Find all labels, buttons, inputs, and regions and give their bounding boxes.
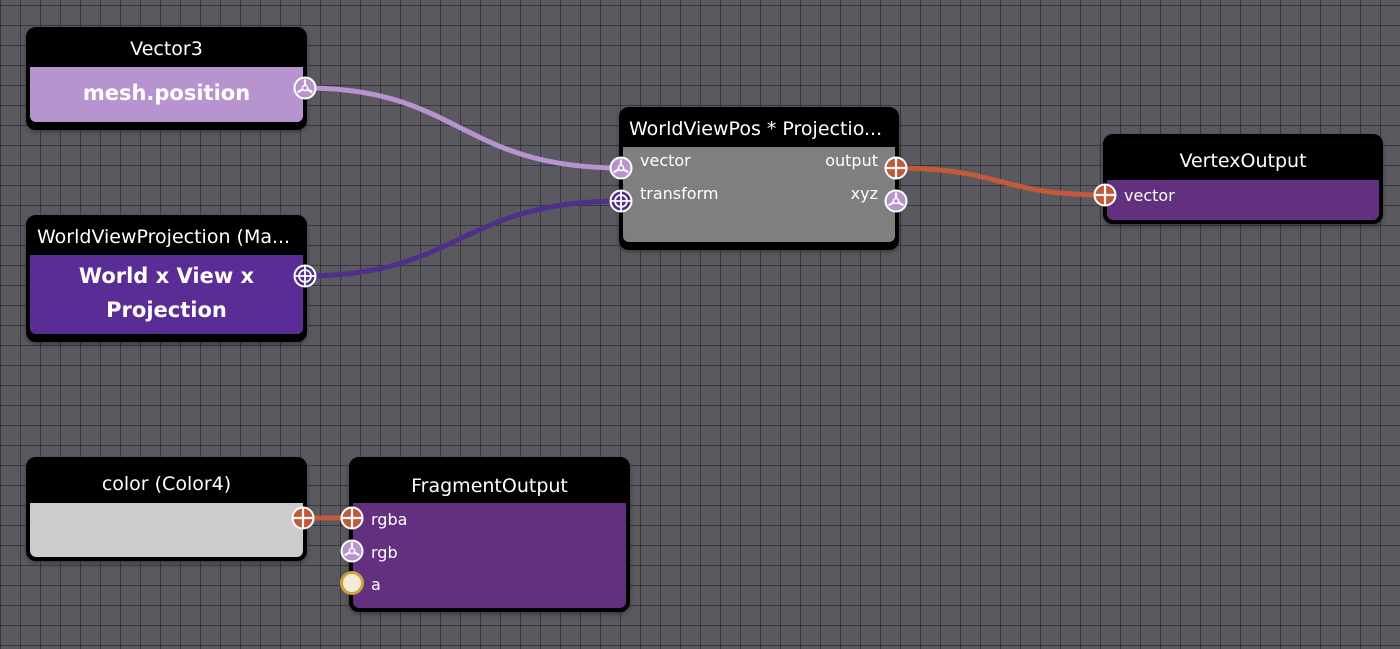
transform-node-title: WorldViewPos * Projectio...	[629, 118, 883, 140]
wvp-node[interactable]: WorldViewProjection (Ma... World x View …	[26, 215, 307, 342]
transform-transform-port[interactable]	[609, 189, 633, 213]
wvp-node-body: World x View x Projection	[30, 255, 303, 334]
link-output-to-vertex-vector[interactable]	[895, 165, 1106, 198]
wvp-value-line1: World x View x	[78, 264, 255, 288]
transform-vector-label: vector	[640, 151, 691, 170]
matrix-port-icon	[293, 264, 317, 288]
vector3-port-icon	[293, 76, 317, 100]
vector3-node-title: Vector3	[130, 38, 203, 60]
fragment-output-node-title: FragmentOutput	[411, 475, 568, 497]
color4-port-icon	[291, 506, 315, 530]
vector3-port-icon	[884, 189, 908, 213]
transform-output-port[interactable]	[884, 156, 908, 180]
vector3-port-icon	[609, 156, 633, 180]
vertex-output-node[interactable]: VertexOutput vector	[1103, 134, 1383, 224]
float-port-icon	[340, 571, 364, 595]
link-position-to-vector[interactable]	[304, 85, 622, 171]
transform-transform-label: transform	[640, 184, 719, 203]
fragment-output-node[interactable]: FragmentOutput rgba rgb a	[349, 457, 630, 612]
vertex-output-vector-port[interactable]	[1093, 183, 1117, 207]
color-output-port[interactable]	[291, 506, 315, 530]
fragment-rgba-port[interactable]	[340, 506, 364, 530]
transform-xyz-port[interactable]	[884, 189, 908, 213]
wvp-output-port[interactable]	[293, 264, 317, 288]
matrix-port-icon	[609, 189, 633, 213]
color-swatch[interactable]	[30, 503, 303, 557]
transform-node-body: vector transform output xyz	[623, 147, 895, 242]
vector3-node-body: mesh.position	[30, 67, 303, 122]
color4-port-icon	[340, 506, 364, 530]
wvp-node-title: WorldViewProjection (Ma...	[37, 226, 291, 248]
fragment-rgb-port[interactable]	[340, 539, 364, 563]
vertex-output-vector-label: vector	[1124, 186, 1175, 205]
vector3-port-icon	[340, 539, 364, 563]
vertex-output-node-body: vector	[1107, 180, 1379, 220]
vector3-output-port[interactable]	[293, 76, 317, 100]
vertex-output-node-title: VertexOutput	[1179, 150, 1307, 172]
wvp-value-line2: Projection	[106, 298, 227, 322]
transform-output-label: output	[825, 151, 878, 170]
fragment-a-port[interactable]	[340, 571, 364, 595]
color4-port-icon	[884, 156, 908, 180]
transform-xyz-label: xyz	[850, 184, 878, 203]
vector3-node[interactable]: Vector3 mesh.position	[26, 27, 307, 130]
fragment-rgb-label: rgb	[371, 543, 398, 562]
transform-node[interactable]: WorldViewPos * Projectio... vector trans…	[619, 107, 899, 250]
transform-vector-port[interactable]	[609, 156, 633, 180]
link-wvp-to-transform[interactable]	[304, 198, 622, 279]
color-node[interactable]: color (Color4)	[26, 457, 307, 561]
fragment-output-node-body: rgba rgb a	[353, 503, 626, 608]
color-node-title: color (Color4)	[101, 473, 232, 495]
fragment-rgba-label: rgba	[371, 510, 408, 529]
color4-port-icon	[1093, 183, 1117, 207]
vector3-value: mesh.position	[82, 81, 251, 105]
fragment-a-label: a	[371, 575, 381, 594]
